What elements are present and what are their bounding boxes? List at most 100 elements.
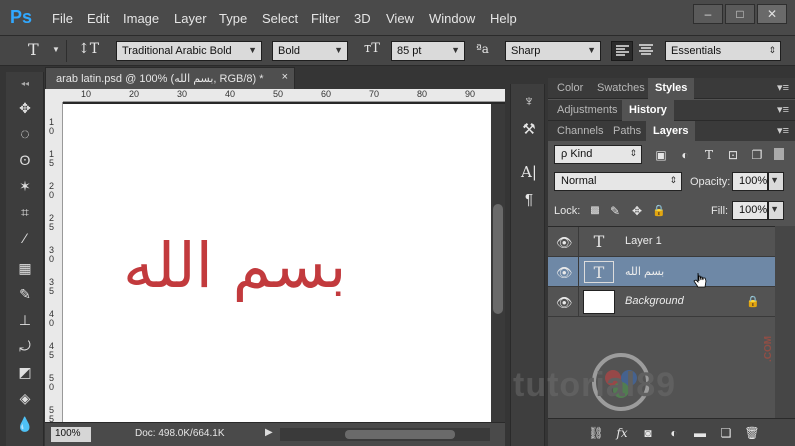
panel-menu-icon[interactable]: ▾≡ [777,81,789,94]
layer-row-selected[interactable]: 👁 T بسم الله [548,257,775,287]
blend-mode-select[interactable]: Normal ⇕ [554,172,682,191]
opacity-input[interactable]: 100% [732,172,768,191]
eraser-tool-icon[interactable]: ◩ [14,362,36,382]
font-size-select[interactable]: 85 pt ▼ [391,41,465,61]
menu-layer[interactable]: Layer [174,11,207,26]
move-tool-icon[interactable]: ✥ [14,98,36,118]
zoom-level-field[interactable]: 100% [51,427,91,442]
filter-type-layers-icon[interactable]: T [702,148,716,162]
font-style-select[interactable]: Bold ▼ [272,41,348,61]
lasso-tool-icon[interactable]: ʘ [14,150,36,170]
filter-toggle-switch[interactable] [774,148,784,160]
tab-color[interactable]: Color [550,78,590,99]
menu-window[interactable]: Window [429,11,475,26]
filter-shape-layers-icon[interactable]: ⊡ [726,148,740,162]
visibility-eye-icon[interactable]: 👁 [556,265,573,280]
visibility-eye-icon[interactable]: 👁 [556,295,573,310]
align-center-button[interactable] [636,41,658,61]
menu-type[interactable]: Type [219,11,247,26]
document-canvas[interactable]: بسم الله [63,104,491,422]
filter-adjustment-layers-icon[interactable]: ◐ [678,148,692,162]
eyedropper-tool-icon[interactable]: ⁄ [14,228,36,248]
canvas-arabic-text[interactable]: بسم الله [123,229,346,302]
canvas-horizontal-scrollbar[interactable] [280,428,490,441]
layer-filter-kind-select[interactable]: ρ Kind ⇕ [554,145,642,164]
anti-alias-select[interactable]: Sharp ▼ [505,41,601,61]
status-menu-arrow-icon[interactable]: ▶ [265,427,273,438]
maximize-button[interactable]: □ [725,4,755,24]
document-tab[interactable]: arab latin.psd @ 100% (بسم الله, RGB/8) … [45,67,295,89]
menu-filter[interactable]: Filter [311,11,340,26]
canvas-area: 10 20 30 40 50 60 70 80 90 1 0 1 5 2 0 2… [45,89,505,429]
menu-edit[interactable]: Edit [87,11,109,26]
lock-position-icon[interactable]: ✥ [630,204,644,218]
type-tool-preset-icon[interactable]: T [28,40,39,60]
text-orientation-icon[interactable]: ↕T [78,41,99,61]
layer-name[interactable]: بسم الله [625,265,664,278]
filter-smart-objects-icon[interactable]: ❐ [750,148,764,162]
tab-swatches[interactable]: Swatches [590,78,652,99]
panel-menu-icon[interactable]: ▾≡ [777,103,789,116]
lock-all-icon[interactable]: 🔒 [652,204,666,218]
new-layer-icon[interactable]: ❏ [718,426,734,440]
brush-presets-icon[interactable]: ♆ [519,92,539,112]
scrollbar-thumb[interactable] [345,430,455,439]
font-style-value: Bold [278,45,301,57]
menu-select[interactable]: Select [262,11,298,26]
paint-bucket-tool-icon[interactable]: ◈ [14,388,36,408]
tab-history[interactable]: History [622,100,674,121]
minimize-button[interactable]: – [693,4,723,24]
align-left-icon [616,45,629,56]
healing-brush-tool-icon[interactable]: ▦ [14,258,36,278]
brush-tool-icon[interactable]: ✎ [14,284,36,304]
layer-style-fx-icon[interactable]: fx [614,426,630,440]
link-layers-icon[interactable]: ⛓ [588,426,604,440]
toolbox-collapse-icon[interactable]: ◂◂ [14,74,36,94]
adjustment-layer-icon[interactable]: ◐ [666,426,682,440]
tab-paths[interactable]: Paths [606,121,648,142]
clone-stamp-tool-icon[interactable]: ⊥ [14,310,36,330]
fill-dropdown-button[interactable]: ▼ [768,201,784,220]
menu-file[interactable]: File [52,11,73,26]
trash-icon[interactable]: 🗑 [744,426,760,440]
scrollbar-thumb[interactable] [493,204,503,314]
menu-image[interactable]: Image [123,11,159,26]
lock-image-pixels-icon[interactable]: ✎ [608,204,622,218]
layer-name[interactable]: Layer 1 [625,235,662,247]
new-group-icon[interactable]: ▬ [692,426,708,440]
blur-tool-icon[interactable]: 💧 [14,414,36,434]
workspace-select[interactable]: Essentials ⇕ [665,41,781,61]
options-bar: T ▼ ↕T Traditional Arabic Bold ▼ Bold ▼ … [0,36,795,66]
close-button[interactable]: ✕ [757,4,787,24]
menu-3d[interactable]: 3D [354,11,371,26]
magic-wand-tool-icon[interactable]: ✶ [14,176,36,196]
fill-input[interactable]: 100% [732,201,768,220]
layer-row[interactable]: 👁 Background 🔒 [548,287,775,317]
menu-view[interactable]: View [386,11,414,26]
layer-row[interactable]: 👁 T Layer 1 [548,227,775,257]
filter-pixel-layers-icon[interactable]: ▣ [654,148,668,162]
tool-preset-dropdown-icon[interactable]: ▼ [52,45,60,65]
canvas-vertical-scrollbar[interactable] [491,104,505,422]
tab-layers[interactable]: Layers [646,121,696,142]
tab-adjustments[interactable]: Adjustments [550,100,625,121]
history-brush-tool-icon[interactable]: ⤾ [14,336,36,356]
crop-tool-icon[interactable]: ⌗ [14,202,36,222]
tab-channels[interactable]: Channels [550,121,610,142]
paragraph-panel-icon[interactable]: ¶ [519,190,539,210]
tool-presets-icon[interactable]: ⚒ [519,120,539,140]
layer-name[interactable]: Background [625,295,684,307]
lock-transparent-pixels-icon[interactable]: ▩ [588,204,602,218]
panel-menu-icon[interactable]: ▾≡ [777,124,789,137]
close-tab-icon[interactable]: × [282,71,288,83]
visibility-eye-icon[interactable]: 👁 [556,235,573,250]
menu-help[interactable]: Help [490,11,517,26]
character-panel-icon[interactable]: A| [519,162,539,182]
opacity-dropdown-button[interactable]: ▼ [768,172,784,191]
add-mask-icon[interactable]: ◙ [640,426,656,440]
marquee-tool-icon[interactable]: ◌ [14,125,36,145]
align-left-button[interactable] [611,41,633,61]
font-family-select[interactable]: Traditional Arabic Bold ▼ [116,41,262,61]
panel-tabs-color: Color Swatches Styles ▾≡ [548,78,795,99]
tab-styles[interactable]: Styles [648,78,695,99]
